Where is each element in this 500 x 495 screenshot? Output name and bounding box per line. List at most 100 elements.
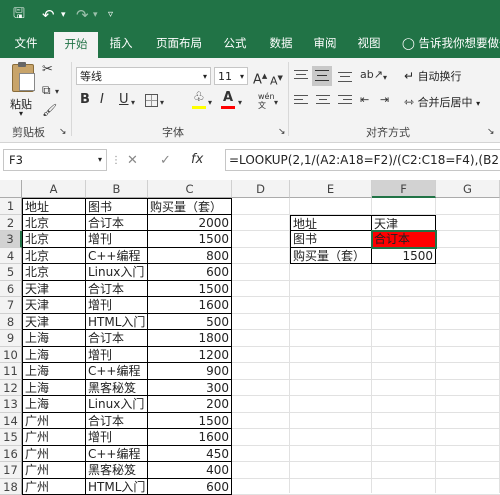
cell-a6[interactable]: 天津 (22, 281, 86, 298)
paste-dropdown-icon[interactable]: ▾ (19, 109, 23, 118)
tab-page-layout[interactable]: 页面布局 (150, 30, 208, 58)
tab-review[interactable]: 审阅 (308, 30, 342, 58)
tab-file[interactable]: 文件 (6, 30, 46, 58)
cancel-icon[interactable]: ✕ (127, 153, 138, 169)
insert-function-icon[interactable]: fx (191, 152, 203, 168)
tab-formulas[interactable]: 公式 (218, 30, 252, 58)
cell-b13[interactable]: Linux入门 (86, 396, 148, 413)
cell-a1[interactable]: 地址 (22, 198, 86, 215)
cell-c6[interactable]: 1500 (148, 281, 232, 298)
shrink-font-icon[interactable]: A▼ (270, 70, 283, 90)
borders-icon[interactable] (145, 94, 158, 107)
row-header-2[interactable]: 2 (0, 215, 22, 232)
copy-dropdown-icon[interactable]: ▾ (55, 84, 59, 100)
cell-a14[interactable]: 广州 (22, 413, 86, 430)
align-center-icon[interactable] (316, 95, 330, 106)
cell-e3[interactable]: 图书 (290, 231, 372, 248)
row-header-13[interactable]: 13 (0, 396, 22, 413)
column-header-e[interactable]: E (290, 180, 372, 198)
align-right-icon[interactable] (338, 95, 352, 106)
cell-a15[interactable]: 广州 (22, 429, 86, 446)
tab-insert[interactable]: 插入 (104, 30, 138, 58)
cell-b14[interactable]: 合订本 (86, 413, 148, 430)
cell-c15[interactable]: 1600 (148, 429, 232, 446)
column-header-b[interactable]: B (86, 180, 148, 198)
column-header-g[interactable]: G (436, 180, 500, 198)
tell-me-box[interactable]: ◯ 告诉我你想要做什 (402, 30, 500, 58)
font-launcher-icon[interactable]: ↘ (278, 124, 286, 140)
enter-icon[interactable]: ✓ (160, 153, 171, 169)
cell-c16[interactable]: 450 (148, 446, 232, 463)
cell-a3[interactable]: 北京 (22, 231, 86, 248)
row-header-7[interactable]: 7 (0, 297, 22, 314)
cell-c8[interactable]: 500 (148, 314, 232, 331)
underline-dropdown-icon[interactable]: ▾ (131, 95, 135, 111)
merge-center-button[interactable]: ⇿ 合并后居中 ▾ (404, 93, 500, 111)
column-header-a[interactable]: A (22, 180, 86, 198)
font-name-select[interactable]: 等线 ▾ (76, 67, 211, 85)
fill-color-icon[interactable]: ♧ (193, 90, 205, 106)
orientation-dropdown-icon[interactable]: ▾ (383, 70, 387, 86)
italic-button[interactable]: I (100, 92, 104, 108)
cell-e2[interactable]: 地址 (290, 215, 372, 232)
cell-b15[interactable]: 增刊 (86, 429, 148, 446)
cell-b16[interactable]: C++编程 (86, 446, 148, 463)
paste-button[interactable]: 粘贴 ▾ (8, 64, 38, 116)
cell-c13[interactable]: 200 (148, 396, 232, 413)
name-box[interactable]: F3 ▾ (3, 149, 107, 171)
fill-color-dropdown-icon[interactable]: ▾ (208, 95, 212, 111)
tab-data[interactable]: 数据 (264, 30, 298, 58)
cell-a7[interactable]: 天津 (22, 297, 86, 314)
cell-a13[interactable]: 上海 (22, 396, 86, 413)
cell-b17[interactable]: 黑客秘笈 (86, 462, 148, 479)
row-header-4[interactable]: 4 (0, 248, 22, 265)
align-left-icon[interactable] (294, 95, 308, 106)
cell-a9[interactable]: 上海 (22, 330, 86, 347)
cell-a5[interactable]: 北京 (22, 264, 86, 281)
row-header-6[interactable]: 6 (0, 281, 22, 298)
phonetic-icon[interactable]: wén文 (258, 92, 275, 110)
row-header-16[interactable]: 16 (0, 446, 22, 463)
cell-b4[interactable]: C++编程 (86, 248, 148, 265)
cell-b1[interactable]: 图书 (86, 198, 148, 215)
customize-icon[interactable]: ▿ (108, 0, 113, 30)
cell-f3[interactable]: 合订本 (372, 231, 436, 248)
redo-icon[interactable]: ↷ (76, 0, 89, 30)
cell-a4[interactable]: 北京 (22, 248, 86, 265)
row-header-15[interactable]: 15 (0, 429, 22, 446)
cell-e4[interactable]: 购买量（套） (290, 248, 372, 265)
cell-a10[interactable]: 上海 (22, 347, 86, 364)
undo-icon[interactable]: ↶ (42, 0, 55, 30)
column-header-c[interactable]: C (148, 180, 232, 198)
cell-c4[interactable]: 800 (148, 248, 232, 265)
column-header-f[interactable]: F (372, 180, 436, 198)
format-painter-icon[interactable]: 🖌 (42, 102, 57, 118)
cell-b7[interactable]: 增刊 (86, 297, 148, 314)
cell-a2[interactable]: 北京 (22, 215, 86, 232)
cell-a17[interactable]: 广州 (22, 462, 86, 479)
row-header-10[interactable]: 10 (0, 347, 22, 364)
copy-icon[interactable]: ⧉ (42, 82, 51, 98)
formula-bar-grip-icon[interactable]: ⋮ (111, 153, 121, 169)
cell-c1[interactable]: 购买量（套） (148, 198, 232, 215)
underline-button[interactable]: U (119, 92, 129, 108)
cell-c10[interactable]: 1200 (148, 347, 232, 364)
align-middle-icon[interactable] (312, 66, 332, 86)
row-header-11[interactable]: 11 (0, 363, 22, 380)
cell-c7[interactable]: 1600 (148, 297, 232, 314)
tab-home[interactable]: 开始 (54, 30, 98, 58)
row-header-12[interactable]: 12 (0, 380, 22, 397)
cell-a12[interactable]: 上海 (22, 380, 86, 397)
cell-a11[interactable]: 上海 (22, 363, 86, 380)
cell-f2[interactable]: 天津 (372, 215, 436, 232)
cell-b10[interactable]: 增刊 (86, 347, 148, 364)
grow-font-icon[interactable]: A▲ (253, 68, 267, 88)
cell-c9[interactable]: 1800 (148, 330, 232, 347)
cell-c14[interactable]: 1500 (148, 413, 232, 430)
cell-b8[interactable]: HTML入门 (86, 314, 148, 331)
font-size-select[interactable]: 11 ▾ (214, 67, 248, 85)
row-header-1[interactable]: 1 (0, 198, 22, 215)
align-bottom-icon[interactable] (338, 70, 352, 82)
cell-b12[interactable]: 黑客秘笈 (86, 380, 148, 397)
row-header-9[interactable]: 9 (0, 330, 22, 347)
